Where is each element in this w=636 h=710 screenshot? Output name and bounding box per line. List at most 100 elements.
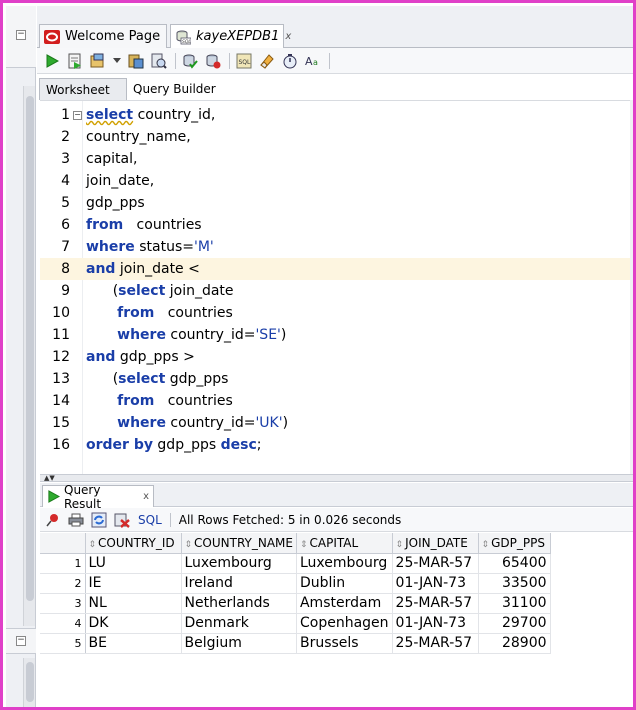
sql-link[interactable]: SQL (138, 513, 162, 527)
dropdown-icon[interactable] (112, 52, 122, 70)
sql-tuning-icon[interactable] (150, 52, 168, 70)
table-cell[interactable]: Brussels (296, 633, 393, 654)
table-row[interactable]: 3 NL Netherlands Amsterdam 25-MAR-57 31100 (40, 593, 551, 614)
tab-worksheet[interactable]: Worksheet (39, 78, 127, 100)
table-cell[interactable]: DK (85, 613, 182, 634)
cancel-query-icon[interactable] (113, 511, 131, 529)
left-panel-scrollbar[interactable] (23, 86, 35, 626)
table-cell[interactable]: Luxembourg (296, 553, 393, 574)
tab-query-builder[interactable]: Query Builder (127, 78, 227, 100)
table-cell[interactable]: Netherlands (181, 593, 297, 614)
column-header-label: COUNTRY_NAME (194, 535, 293, 550)
column-header[interactable]: ⇕ GDP_PPS (478, 533, 551, 554)
table-cell[interactable]: Copenhagen (296, 613, 393, 634)
autotrace-icon[interactable] (89, 52, 107, 70)
code-line[interactable]: 2 country_name, (40, 126, 630, 148)
code-line[interactable]: 12 and gdp_pps > (40, 346, 630, 368)
table-cell[interactable]: 25-MAR-57 (392, 593, 479, 614)
table-cell[interactable]: Amsterdam (296, 593, 393, 614)
result-grid[interactable]: ⇕ COUNTRY_ID ⇕ COUNTRY_NAME ⇕ CAPITAL ⇕ JOIN… (40, 533, 633, 707)
refresh-icon[interactable] (90, 511, 108, 529)
tab-welcome-page[interactable]: Welcome Page (39, 24, 167, 48)
format-icon[interactable]: Aa (304, 52, 322, 70)
sort-icon[interactable]: ⇕ (89, 540, 97, 550)
print-icon[interactable] (67, 511, 85, 529)
table-cell[interactable]: 28900 (478, 633, 551, 654)
close-icon[interactable]: x (143, 491, 149, 502)
timer-icon[interactable] (281, 52, 299, 70)
eraser-icon[interactable] (258, 52, 276, 70)
code-line[interactable]: 15 where country_id='UK') (40, 412, 630, 434)
line-number: 1 (61, 107, 70, 123)
code-line[interactable]: 16 order by gdp_pps desc; (40, 434, 630, 456)
code-line[interactable]: 4 join_date, (40, 170, 630, 192)
close-icon[interactable]: x (285, 31, 291, 42)
table-cell[interactable]: Denmark (181, 613, 297, 634)
column-header[interactable]: ⇕ CAPITAL (296, 533, 393, 554)
column-header[interactable]: ⇕ JOIN_DATE (392, 533, 479, 554)
sort-icon[interactable]: ⇕ (482, 540, 490, 550)
code-line[interactable]: 3 capital, (40, 148, 630, 170)
table-cell[interactable]: 25-MAR-57 (392, 553, 479, 574)
left-panel-scrollbar-lower[interactable] (23, 658, 35, 707)
sql-token: join_date, (86, 173, 155, 189)
tab-query-result[interactable]: Query Result x (42, 483, 154, 511)
code-line[interactable]: 10 from countries (40, 302, 630, 324)
table-cell[interactable]: Luxembourg (181, 553, 297, 574)
run-statement-icon[interactable] (43, 52, 61, 70)
sort-icon[interactable]: ⇕ (396, 540, 404, 550)
code-text: and gdp_pps > (86, 349, 195, 365)
code-line[interactable]: 5 gdp_pps (40, 192, 630, 214)
code-line[interactable]: 7 where status='M' (40, 236, 630, 258)
sql-keyword: order by (86, 437, 153, 453)
table-cell[interactable]: 25-MAR-57 (392, 633, 479, 654)
rollback-icon[interactable] (204, 52, 222, 70)
code-line[interactable]: 8 and join_date < (40, 258, 630, 280)
column-header[interactable]: ⇕ COUNTRY_ID (85, 533, 182, 554)
run-script-icon[interactable] (66, 52, 84, 70)
sort-icon[interactable]: ⇕ (185, 540, 193, 550)
line-number: 8 (61, 261, 70, 277)
pin-icon[interactable] (44, 511, 62, 529)
table-cell[interactable]: Belgium (181, 633, 297, 654)
fold-icon[interactable]: − (73, 110, 82, 120)
minimize-icon[interactable]: − (16, 636, 26, 646)
column-header[interactable]: ⇕ COUNTRY_NAME (181, 533, 297, 554)
code-line[interactable]: 14 from countries (40, 390, 630, 412)
table-cell[interactable]: 65400 (478, 553, 551, 574)
sql-history-icon[interactable]: SQL (235, 52, 253, 70)
code-line[interactable]: 13 (select gdp_pps (40, 368, 630, 390)
code-line[interactable]: 11 where country_id='SE') (40, 324, 630, 346)
table-row[interactable]: 1 LU Luxembourg Luxembourg 25-MAR-57 65400 (40, 553, 551, 574)
tab-connection-worksheet[interactable]: SQL kayeXEPDB1 x (170, 24, 291, 48)
code-line[interactable]: 6 from countries (40, 214, 630, 236)
table-cell[interactable]: 31100 (478, 593, 551, 614)
table-cell[interactable]: IE (85, 573, 182, 594)
sort-icon[interactable]: ⇕ (300, 540, 308, 550)
pane-splitter[interactable]: ▲▼ (40, 474, 633, 482)
table-cell[interactable]: 01-JAN-73 (392, 573, 479, 594)
table-row[interactable]: 4 DK Denmark Copenhagen 01-JAN-73 29700 (40, 613, 551, 634)
sql-editor[interactable]: 1− select country_id, 2 country_name, 3 capit… (40, 100, 630, 475)
table-cell[interactable]: 01-JAN-73 (392, 613, 479, 634)
table-row[interactable]: 5 BE Belgium Brussels 25-MAR-57 28900 (40, 633, 551, 654)
scroll-thumb[interactable] (26, 96, 34, 601)
code-line[interactable]: 1− select country_id, (40, 104, 630, 126)
left-side-panel: − − (6, 6, 36, 707)
scroll-thumb[interactable] (26, 662, 34, 702)
editor-scrollbar[interactable] (630, 100, 633, 474)
code-line[interactable]: 9 (select join_date (40, 280, 630, 302)
table-cell[interactable]: NL (85, 593, 182, 614)
minimize-icon[interactable]: − (16, 30, 26, 40)
splitter-arrows-icon[interactable]: ▲▼ (44, 475, 55, 482)
table-cell[interactable]: Dublin (296, 573, 393, 594)
table-cell[interactable]: Ireland (181, 573, 297, 594)
table-cell[interactable]: BE (85, 633, 182, 654)
commit-icon[interactable] (181, 52, 199, 70)
table-cell[interactable]: LU (85, 553, 182, 574)
table-cell[interactable]: 33500 (478, 573, 551, 594)
explain-plan-icon[interactable] (127, 52, 145, 70)
toolbar-separator (229, 52, 230, 69)
table-cell[interactable]: 29700 (478, 613, 551, 634)
table-row[interactable]: 2 IE Ireland Dublin 01-JAN-73 33500 (40, 573, 551, 594)
